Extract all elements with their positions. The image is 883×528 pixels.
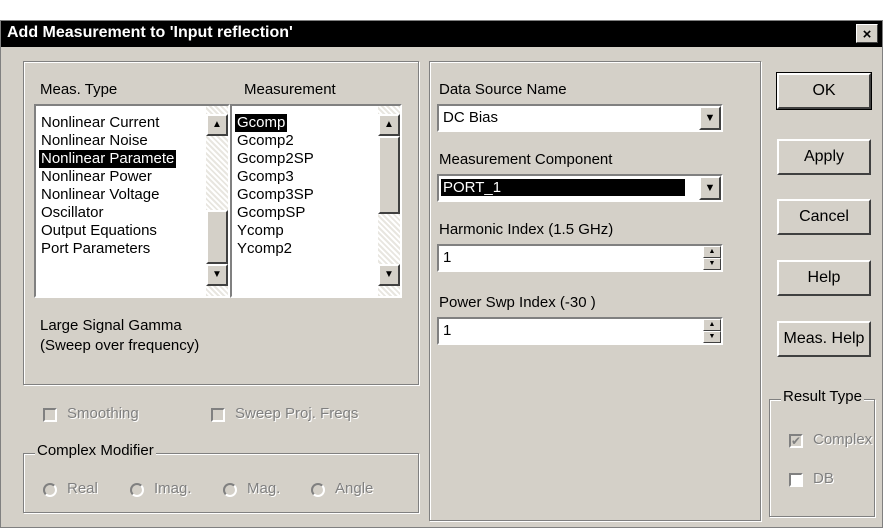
- help-button[interactable]: Help: [777, 260, 871, 296]
- angle-radio[interactable]: [311, 483, 325, 497]
- result-type-group: [769, 399, 875, 517]
- spin-up-icon[interactable]: ▲: [703, 319, 721, 331]
- power-swp-index-label: Power Swp Index (-30 ): [439, 294, 596, 311]
- list-item[interactable]: GcompSP: [235, 204, 307, 222]
- db-checkbox[interactable]: [789, 473, 803, 487]
- scroll-up-icon[interactable]: ▲: [378, 114, 400, 136]
- data-source-dropdown[interactable]: DC Bias ▼: [437, 104, 723, 132]
- meas-type-list[interactable]: Nonlinear Current Nonlinear Noise Nonlin…: [34, 104, 230, 298]
- measurement-scrollbar[interactable]: ▲ ▼: [378, 106, 400, 296]
- ok-button[interactable]: OK: [776, 72, 872, 110]
- sweep-proj-freqs-label: Sweep Proj. Freqs: [235, 405, 359, 422]
- real-label: Real: [67, 480, 98, 497]
- smoothing-checkbox[interactable]: [43, 408, 57, 422]
- cancel-button[interactable]: Cancel: [777, 199, 871, 235]
- spin-up-icon[interactable]: ▲: [703, 246, 721, 258]
- scroll-thumb[interactable]: [378, 136, 400, 214]
- list-item[interactable]: Nonlinear Current: [39, 114, 161, 132]
- mag-radio[interactable]: [223, 483, 237, 497]
- data-source-label: Data Source Name: [439, 81, 567, 98]
- measurement-list[interactable]: Gcomp Gcomp2 Gcomp2SP Gcomp3 Gcomp3SP Gc…: [230, 104, 402, 298]
- power-spin-buttons[interactable]: ▲ ▼: [703, 319, 721, 343]
- meas-help-button[interactable]: Meas. Help: [777, 321, 871, 357]
- scroll-down-icon[interactable]: ▼: [206, 264, 228, 286]
- component-label: Measurement Component: [439, 151, 613, 168]
- list-item[interactable]: Gcomp3SP: [235, 186, 316, 204]
- list-item[interactable]: Ycomp2: [235, 240, 294, 258]
- meas-type-header: Meas. Type: [40, 81, 118, 98]
- apply-button[interactable]: Apply: [777, 139, 871, 175]
- list-item[interactable]: Nonlinear Power: [39, 168, 154, 186]
- list-item[interactable]: Gcomp2: [235, 132, 296, 150]
- list-item[interactable]: Output Equations: [39, 222, 159, 240]
- harmonic-spin-buttons[interactable]: ▲ ▼: [703, 246, 721, 270]
- harmonic-index-label: Harmonic Index (1.5 GHz): [439, 221, 614, 238]
- list-item[interactable]: Gcomp3: [235, 168, 296, 186]
- title-bar[interactable]: Add Measurement to 'Input reflection' ×: [1, 21, 882, 47]
- smoothing-label: Smoothing: [67, 405, 139, 422]
- result-type-legend: Result Type: [781, 388, 864, 405]
- scroll-down-icon[interactable]: ▼: [378, 264, 400, 286]
- spin-down-icon[interactable]: ▼: [703, 258, 721, 270]
- complex-checkbox[interactable]: ✔: [789, 434, 803, 448]
- list-item[interactable]: Port Parameters: [39, 240, 152, 258]
- angle-label: Angle: [335, 480, 374, 497]
- imag-radio[interactable]: [130, 483, 144, 497]
- list-item[interactable]: Ycomp: [235, 222, 286, 240]
- measurement-description-line2: (Sweep over frequency): [40, 337, 200, 354]
- mag-label: Mag.: [247, 480, 281, 497]
- list-item-selected[interactable]: Gcomp: [235, 114, 288, 132]
- real-radio[interactable]: [43, 483, 57, 497]
- list-item[interactable]: Gcomp2SP: [235, 150, 316, 168]
- measurement-header: Measurement: [244, 81, 336, 98]
- add-measurement-dialog: Add Measurement to 'Input reflection' × …: [0, 20, 883, 528]
- db-label: DB: [813, 470, 834, 487]
- component-value: PORT_1: [440, 178, 686, 197]
- list-item[interactable]: Nonlinear Voltage: [39, 186, 161, 204]
- dialog-title: Add Measurement to 'Input reflection': [7, 24, 293, 41]
- harmonic-index-value: 1: [443, 249, 452, 266]
- list-item[interactable]: Oscillator: [39, 204, 106, 222]
- complex-label: Complex: [813, 431, 873, 448]
- meas-type-scrollbar[interactable]: ▲ ▼: [206, 106, 228, 296]
- imag-label: Imag.: [154, 480, 192, 497]
- harmonic-index-spinner[interactable]: 1 ▲ ▼: [437, 244, 723, 272]
- complex-modifier-legend: Complex Modifier: [35, 442, 156, 459]
- spin-down-icon[interactable]: ▼: [703, 331, 721, 343]
- measurement-component-dropdown[interactable]: PORT_1 ▼: [437, 174, 723, 202]
- data-source-value: DC Bias: [443, 109, 499, 126]
- measurement-description-line1: Large Signal Gamma: [40, 317, 182, 334]
- power-swp-index-value: 1: [443, 322, 452, 339]
- power-swp-index-spinner[interactable]: 1 ▲ ▼: [437, 317, 723, 345]
- sweep-proj-freqs-checkbox[interactable]: [211, 408, 225, 422]
- chevron-down-icon[interactable]: ▼: [699, 176, 721, 200]
- list-item[interactable]: Nonlinear Noise: [39, 132, 150, 150]
- scroll-up-icon[interactable]: ▲: [206, 114, 228, 136]
- scroll-thumb[interactable]: [206, 210, 228, 264]
- list-item-selected[interactable]: Nonlinear Paramete: [39, 150, 177, 168]
- chevron-down-icon[interactable]: ▼: [699, 106, 721, 130]
- close-button[interactable]: ×: [856, 24, 878, 43]
